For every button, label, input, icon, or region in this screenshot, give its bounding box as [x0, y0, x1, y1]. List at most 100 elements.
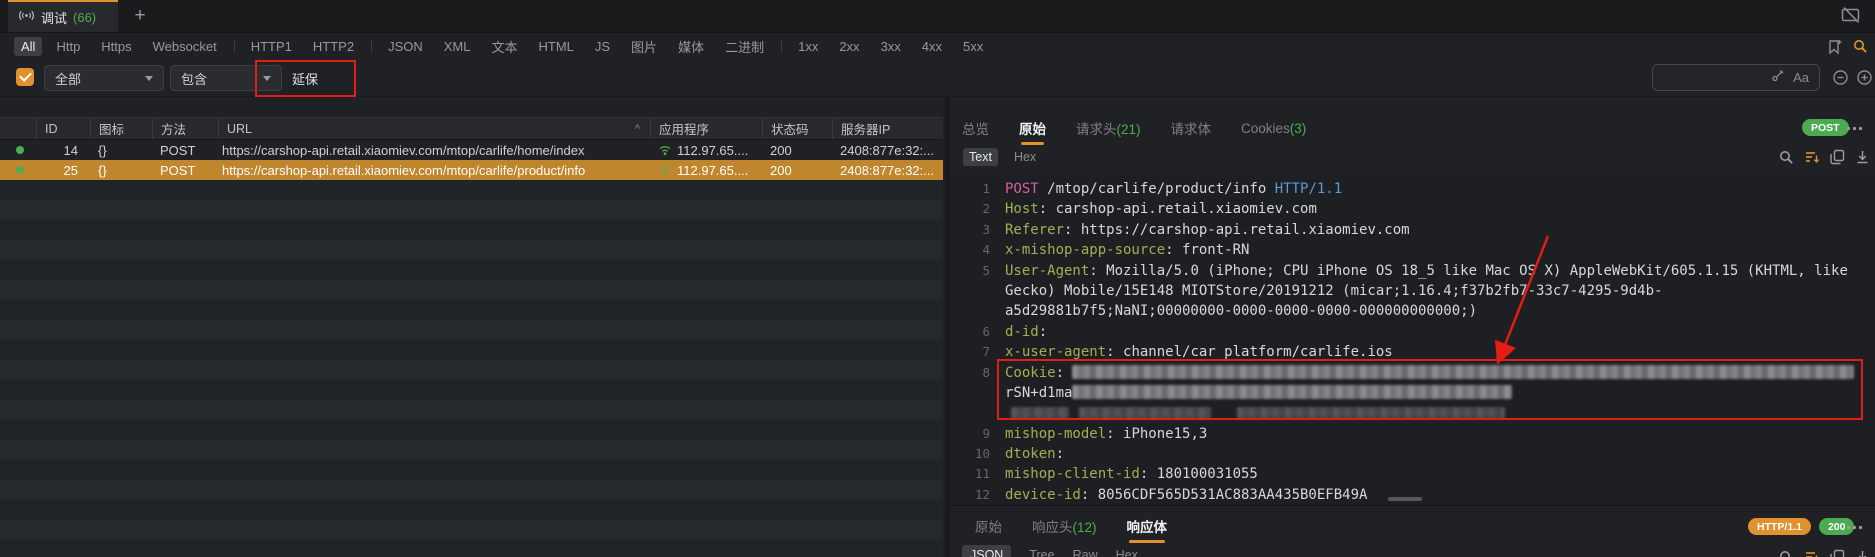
wifi-icon: [658, 164, 672, 176]
row-url: https://carshop-api.retail.xiaomiev.com/…: [222, 142, 585, 158]
request-tab-count: (3): [1289, 120, 1307, 136]
sort-indicator-icon[interactable]: ^: [635, 123, 640, 135]
zoom-out-icon[interactable]: [1832, 69, 1849, 86]
format-tab-hex[interactable]: Hex: [1116, 548, 1138, 557]
request-tab-请求头[interactable]: 请求头(21): [1076, 118, 1141, 138]
column-header-4[interactable]: URL ^: [218, 118, 650, 139]
view-tab-hex[interactable]: Hex: [1008, 148, 1042, 166]
filter-5xx[interactable]: 5xx: [956, 37, 990, 56]
table-row[interactable]: 14 {} POST https://carshop-api.retail.xiaom…: [0, 140, 943, 160]
copy-icon[interactable]: [1830, 149, 1845, 170]
filter-http1[interactable]: HTTP1: [244, 37, 299, 56]
search-icon[interactable]: [1778, 549, 1794, 557]
keyword-filter-input[interactable]: 延保: [292, 69, 318, 88]
code-segment: mishop-client-id: [1005, 466, 1140, 483]
column-header-1[interactable]: ID: [36, 118, 90, 139]
filter-html[interactable]: HTML: [531, 37, 580, 56]
filter-http[interactable]: Http: [49, 37, 87, 56]
download-icon[interactable]: [1855, 549, 1870, 557]
new-tab-button[interactable]: +: [128, 4, 152, 28]
capture-table-header: ID 图标 方法 URL ^ 应用程序 状态码 服务器IP: [0, 117, 943, 140]
redacted-cookie-block: [1237, 407, 1505, 420]
filter-文本[interactable]: 文本: [484, 35, 524, 58]
filter-3xx[interactable]: 3xx: [874, 37, 908, 56]
more-icon[interactable]: [1846, 522, 1863, 532]
filter-js[interactable]: JS: [588, 37, 617, 56]
code-segment: : https://carshop-api.retail.xiaomiev.co…: [1064, 221, 1410, 238]
filter-二进制[interactable]: 二进制: [718, 35, 771, 58]
search-icon[interactable]: [1778, 149, 1794, 170]
view-tab-text[interactable]: Text: [963, 148, 998, 166]
code-line-content: Referer: https://carshop-api.retail.xiao…: [1005, 222, 1410, 238]
filter-1xx[interactable]: 1xx: [791, 37, 825, 56]
column-header-7[interactable]: 服务器IP: [832, 118, 943, 139]
match-case-toggle[interactable]: Aa: [1793, 70, 1809, 85]
line-number: 10: [974, 446, 990, 462]
search-icon[interactable]: [1852, 38, 1868, 54]
filter-icon[interactable]: [1804, 549, 1820, 557]
request-tab-总览[interactable]: 总览: [962, 118, 989, 138]
response-tab-原始[interactable]: 原始: [975, 516, 1002, 536]
row-app-value: 112.97.65....: [677, 162, 749, 178]
request-tab-请求体[interactable]: 请求体: [1171, 118, 1212, 138]
row-app: 112.97.65....: [650, 143, 762, 158]
code-line-content: x-mishop-app-source: front-RN: [1005, 242, 1249, 258]
filter-图片[interactable]: 图片: [624, 35, 664, 58]
filter-xml[interactable]: XML: [437, 37, 478, 56]
filter-4xx[interactable]: 4xx: [915, 37, 949, 56]
filter-媒体[interactable]: 媒体: [671, 35, 711, 58]
column-header-2[interactable]: 图标: [90, 118, 152, 139]
request-tab-Cookies[interactable]: Cookies(3): [1241, 121, 1306, 136]
column-header-5[interactable]: 应用程序: [650, 118, 762, 139]
filter-2xx[interactable]: 2xx: [832, 37, 866, 56]
filter-websocket[interactable]: Websocket: [146, 37, 224, 56]
redacted-cookie-block: [1011, 407, 1069, 420]
filter-enable-checkbox[interactable]: [16, 68, 34, 86]
horizontal-scrollbar[interactable]: [1388, 497, 1422, 501]
tab-debug-label: 调试: [41, 10, 68, 26]
response-tab-响应体[interactable]: 响应体: [1127, 516, 1167, 543]
filter-https[interactable]: Https: [94, 37, 138, 56]
column-header-status-dot[interactable]: [0, 118, 36, 139]
filter-icon[interactable]: [1804, 149, 1820, 170]
filter-scope-select[interactable]: 全部: [44, 65, 164, 91]
request-detail-panel: 总览 原始 请求头(21) 请求体 Cookies(3) POST Text Hex 1P…: [950, 97, 1875, 557]
row-url: https://carshop-api.retail.xiaomiev.com/…: [222, 162, 586, 178]
response-format-tabs: JSON Tree Raw Hex: [962, 545, 1138, 557]
code-line-content: dtoken:: [1005, 446, 1064, 462]
format-tab-raw[interactable]: Raw: [1073, 548, 1098, 557]
response-section-divider: [950, 505, 1875, 506]
row-id: 14: [63, 142, 78, 158]
code-line: 11 mishop-client-id: 180100031055: [950, 464, 1875, 484]
format-tab-json[interactable]: JSON: [962, 545, 1012, 557]
code-segment: /mtop/carlife/product/info: [1038, 181, 1275, 197]
filter-all[interactable]: All: [14, 36, 43, 56]
bookmark-add-icon[interactable]: [1826, 38, 1843, 56]
tab-debug-session[interactable]: 调试 (66): [8, 0, 118, 32]
more-icon[interactable]: [1846, 123, 1863, 133]
request-tab-label: 请求头: [1076, 122, 1117, 137]
column-header-6[interactable]: 状态码: [762, 118, 832, 139]
filter-http2[interactable]: HTTP2: [306, 37, 361, 56]
app-window: 调试 (66) + All Http Https Websocket HTTP1 HTTP…: [0, 0, 1875, 557]
screen-capture-off-icon[interactable]: [1840, 6, 1861, 25]
search-input[interactable]: Aa: [1652, 64, 1820, 91]
download-icon[interactable]: [1855, 149, 1870, 170]
code-line-content: mishop-model: iPhone15,3: [1005, 426, 1207, 442]
row-server-ip: 2408:877e:32:...: [840, 162, 934, 178]
copy-icon[interactable]: [1830, 549, 1845, 557]
filter-match-select[interactable]: 包含: [170, 65, 282, 91]
format-tab-tree[interactable]: Tree: [1029, 548, 1054, 557]
regex-icon[interactable]: [1771, 68, 1785, 87]
response-tab-响应头[interactable]: 响应头(12): [1032, 516, 1097, 536]
code-segment: device-id: [1005, 486, 1081, 503]
code-line-content: Cookie:: [1005, 364, 1855, 381]
table-row[interactable]: 25 {} POST https://carshop-api.retail.xiaom…: [0, 160, 943, 180]
column-header-3[interactable]: 方法: [152, 118, 218, 139]
request-tab-原始[interactable]: 原始: [1019, 118, 1046, 145]
filter-json[interactable]: JSON: [381, 37, 430, 56]
line-number: 6: [982, 323, 990, 339]
zoom-in-icon[interactable]: [1856, 69, 1873, 86]
code-line: [950, 403, 1875, 423]
code-segment: :: [1055, 364, 1073, 381]
